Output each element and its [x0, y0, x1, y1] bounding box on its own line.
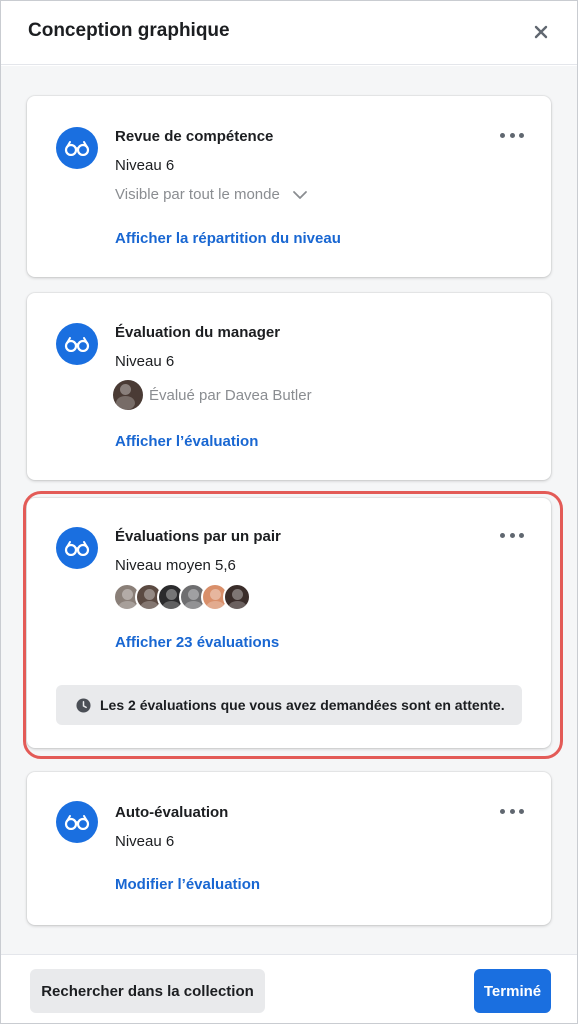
visibility-label: Visible par tout le monde	[115, 186, 280, 203]
glasses-icon	[56, 801, 98, 843]
search-collection-button[interactable]: Rechercher dans la collection	[30, 969, 265, 1013]
avatar	[223, 583, 251, 611]
more-options-icon	[500, 808, 505, 814]
view-evaluation-link[interactable]: Afficher l’évaluation	[115, 433, 258, 450]
chevron-down-icon	[292, 190, 307, 199]
dialog-footer: Rechercher dans la collection Terminé	[1, 954, 577, 1023]
dialog-title: Conception graphique	[28, 20, 230, 41]
avatar	[113, 380, 143, 410]
card-level: Niveau 6	[115, 353, 175, 370]
edit-evaluation-link[interactable]: Modifier l’évaluation	[115, 876, 260, 893]
card-level: Niveau 6	[115, 157, 175, 174]
glasses-icon	[56, 127, 98, 169]
done-button[interactable]: Terminé	[474, 969, 551, 1013]
view-level-breakdown-link[interactable]: Afficher la répartition du niveau	[115, 230, 341, 247]
dialog-panel: Conception graphique Revue de compétence	[0, 0, 578, 1024]
dialog-header: Conception graphique	[1, 1, 577, 65]
more-options-button[interactable]	[500, 527, 524, 543]
pending-notice-text: Les 2 évaluations que vous avez demandée…	[100, 697, 505, 713]
evaluator-label: Évalué par Davea Butler	[149, 386, 312, 404]
card-title: Évaluation du manager	[115, 324, 281, 341]
more-options-button[interactable]	[500, 803, 524, 819]
more-options-button[interactable]	[500, 127, 524, 143]
more-options-icon	[500, 132, 505, 138]
glasses-icon	[56, 527, 98, 569]
close-button[interactable]	[528, 19, 554, 45]
visibility-dropdown[interactable]: Visible par tout le monde	[115, 186, 308, 203]
card-title: Revue de compétence	[115, 128, 274, 145]
clock-icon	[76, 697, 91, 713]
card-title: Auto-évaluation	[115, 804, 229, 821]
card-title: Évaluations par un pair	[115, 528, 281, 545]
card-peer-evaluations: Évaluations par un pair Niveau moyen 5,6…	[27, 498, 551, 748]
card-level: Niveau moyen 5,6	[115, 557, 236, 574]
card-manager-evaluation: Évaluation du manager Niveau 6 Évalué pa…	[27, 293, 551, 480]
evaluator-row: Évalué par Davea Butler	[113, 380, 312, 410]
scroll-content[interactable]: Revue de compétence Niveau 6 Visible par…	[1, 66, 577, 954]
view-evaluations-link[interactable]: Afficher 23 évaluations	[115, 634, 279, 651]
pending-notice: Les 2 évaluations que vous avez demandée…	[56, 685, 522, 725]
card-level: Niveau 6	[115, 833, 175, 850]
close-icon	[534, 25, 548, 39]
card-competency-review: Revue de compétence Niveau 6 Visible par…	[27, 96, 551, 277]
card-self-evaluation: Auto-évaluation Niveau 6 Modifier l’éval…	[27, 772, 551, 925]
more-options-icon	[500, 532, 505, 538]
glasses-icon	[56, 323, 98, 365]
